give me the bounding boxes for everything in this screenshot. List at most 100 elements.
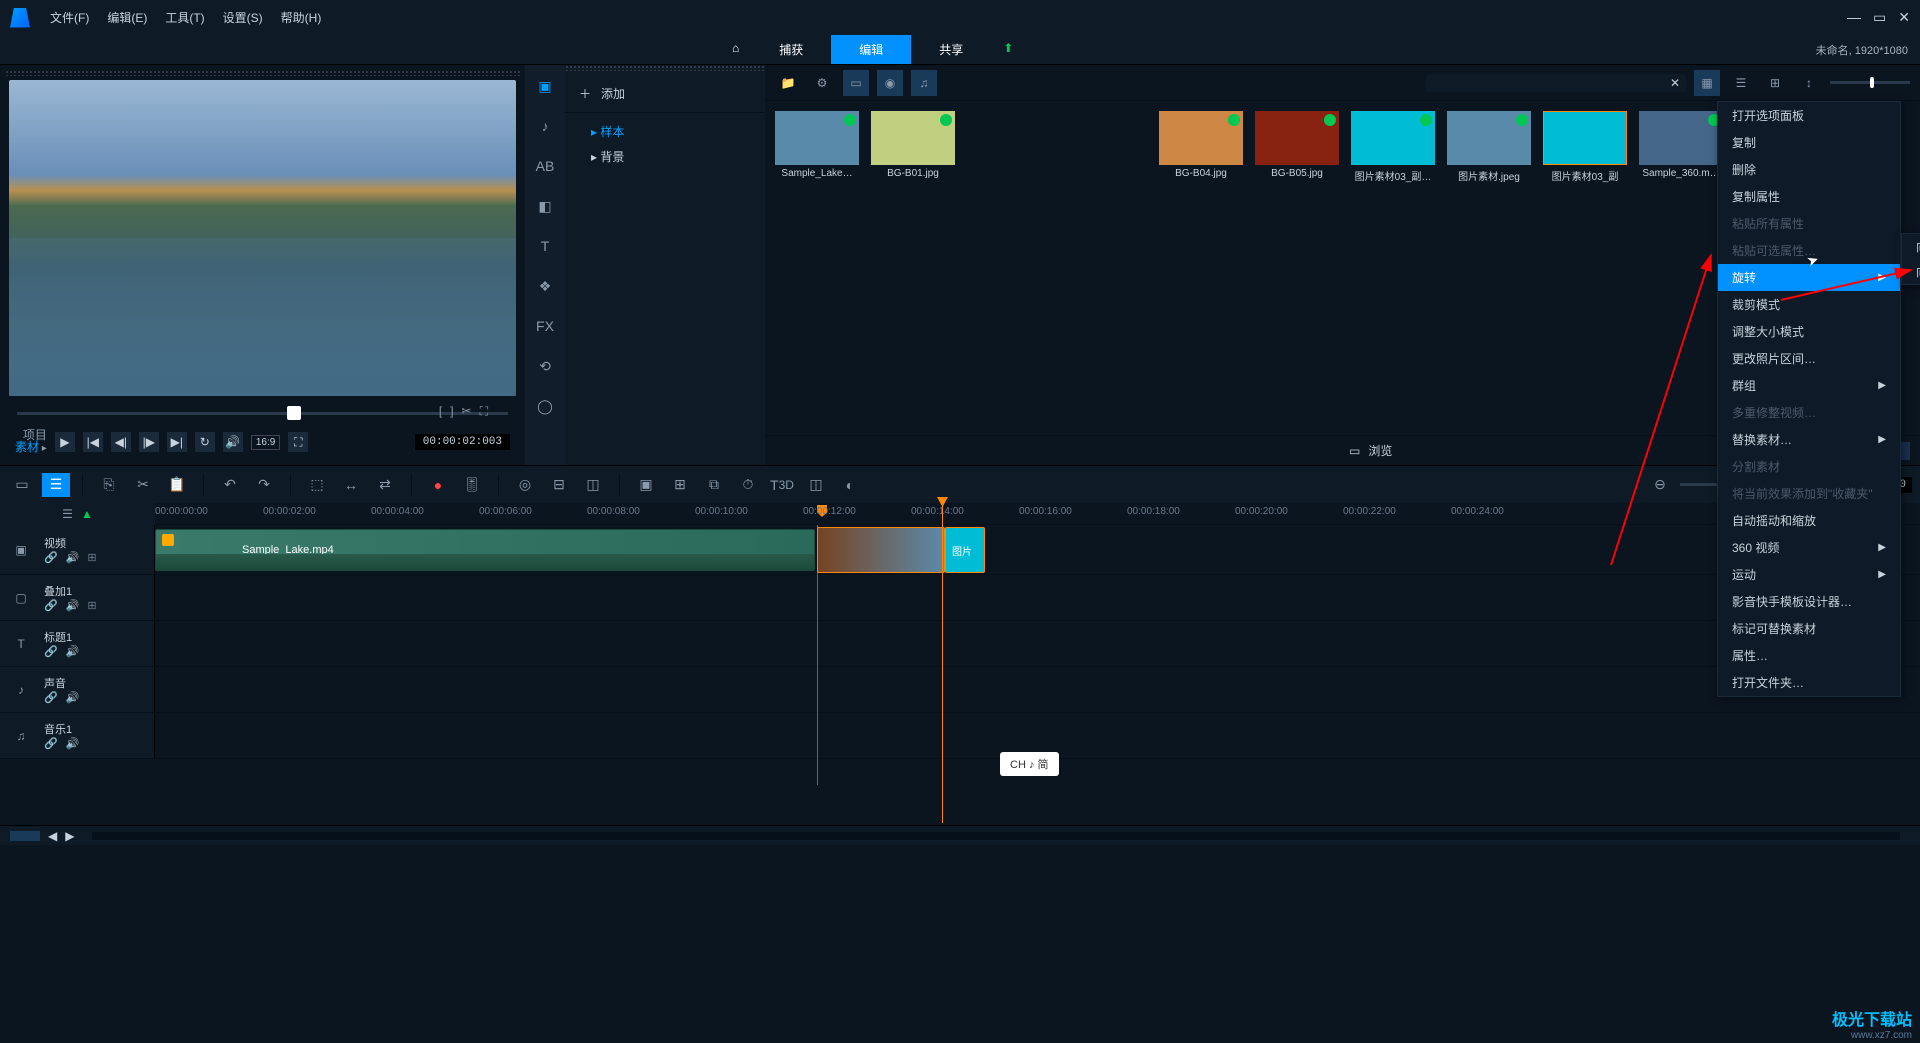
mute-icon[interactable]: 🔊 (66, 599, 80, 612)
play-button[interactable]: ▶ (55, 432, 75, 452)
view-list-icon[interactable]: ☰ (1728, 70, 1754, 96)
link-icon[interactable]: 🔗 (44, 737, 58, 750)
volume-button[interactable]: 🔊 (223, 432, 243, 452)
mask-icon[interactable]: ◐ (836, 473, 864, 497)
timeline-view-icon[interactable]: ☰ (42, 473, 70, 497)
preview-timecode[interactable]: 00:00:02:003 (415, 434, 510, 450)
thumbnail[interactable] (1447, 111, 1531, 165)
speed-icon[interactable]: ⏱ (734, 473, 762, 497)
menu-item[interactable]: 360 视频▶ (1718, 534, 1900, 561)
playhead[interactable] (942, 503, 943, 823)
filter-photo-icon[interactable]: ◉ (877, 70, 903, 96)
sort-icon[interactable]: ↕ (1796, 70, 1822, 96)
tree-item-sample[interactable]: ▸ 样本 (575, 119, 755, 144)
clear-icon[interactable]: ✕ (1670, 76, 1680, 90)
marker-add-icon[interactable]: ▲ (81, 507, 93, 521)
close-button[interactable]: ✕ (1898, 9, 1910, 26)
thumbnail[interactable] (1351, 111, 1435, 165)
thumbnail[interactable] (775, 111, 859, 165)
menu-item[interactable]: 复制属性 (1718, 183, 1900, 210)
expand-icon[interactable]: ⛶ (480, 404, 488, 419)
thumbnail[interactable] (871, 111, 955, 165)
audio-icon[interactable]: ♪ (532, 113, 558, 139)
thumbnail[interactable] (1159, 111, 1243, 165)
menu-item[interactable]: 复制 (1718, 129, 1900, 156)
menu-file[interactable]: 文件(F) (50, 9, 89, 26)
fullscreen-button[interactable]: ⛶ (288, 432, 308, 452)
view-grid-icon[interactable]: ⊞ (1762, 70, 1788, 96)
clip-image-1[interactable] (817, 527, 945, 573)
menu-item[interactable]: 打开选项面板 (1718, 102, 1900, 129)
filter-video-icon[interactable]: ▭ (843, 70, 869, 96)
mark-out-icon[interactable]: ] (450, 404, 453, 419)
zoom-out-icon[interactable]: ⊖ (1646, 473, 1674, 497)
track-body[interactable] (155, 667, 1920, 712)
menu-item[interactable]: 标记可替换素材 (1718, 615, 1900, 642)
media-library-icon[interactable]: ▣ (532, 73, 558, 99)
thumb-zoom-slider[interactable] (1830, 81, 1910, 84)
scroll-left-icon[interactable]: ◀ (48, 829, 57, 843)
gear-icon[interactable]: ⚙ (809, 70, 835, 96)
capture-tab[interactable]: 捕获 (751, 35, 831, 64)
cut-icon[interactable]: ✂ (462, 404, 472, 419)
chapter-icon[interactable]: ◎ (511, 473, 539, 497)
mute-icon[interactable]: 🔊 (66, 645, 80, 658)
submenu-item[interactable]: 向右旋转 (1902, 234, 1920, 259)
menu-item[interactable]: 裁剪模式 (1718, 291, 1900, 318)
search-input[interactable] (1432, 76, 1664, 90)
tool-c-icon[interactable]: ⇄ (371, 473, 399, 497)
scroll-right-icon[interactable]: ▶ (65, 829, 74, 843)
preview-viewport[interactable] (9, 80, 516, 396)
multicam-icon[interactable]: ⧉ (700, 473, 728, 497)
filter-audio-icon[interactable]: ♫ (911, 70, 937, 96)
fx-icon[interactable]: FX (532, 313, 558, 339)
track-body[interactable] (155, 621, 1920, 666)
minimize-button[interactable]: — (1847, 9, 1861, 26)
record-icon[interactable]: ● (424, 473, 452, 497)
undo-icon[interactable]: ↶ (216, 473, 244, 497)
pip-icon[interactable]: ▣ (632, 473, 660, 497)
split-screen-icon[interactable]: ◫ (802, 473, 830, 497)
marker-icon[interactable]: ◫ (579, 473, 607, 497)
subtitle-icon[interactable]: ⊟ (545, 473, 573, 497)
link-icon[interactable]: 🔗 (44, 691, 58, 704)
menu-item[interactable]: 影音快手模板设计器… (1718, 588, 1900, 615)
h-scrollbar[interactable] (92, 832, 1900, 840)
share-tab[interactable]: 共享 (911, 35, 991, 64)
edit-tab[interactable]: 编辑 (831, 35, 911, 64)
tree-item-background[interactable]: ▸ 背景 (575, 144, 755, 169)
ruler-menu-icon[interactable]: ☰ (62, 507, 73, 521)
track-body[interactable]: Sample_Lake.mp4 图片 (155, 525, 1920, 574)
track-body[interactable] (155, 575, 1920, 620)
home-tab[interactable]: ⌂ (720, 35, 751, 64)
extra-icon[interactable]: ⊞ (87, 599, 96, 612)
transitions-icon[interactable]: AB (532, 153, 558, 179)
menu-edit[interactable]: 编辑(E) (107, 9, 147, 26)
tool-a-icon[interactable]: ⬚ (303, 473, 331, 497)
clip-image-2[interactable]: 图片 (945, 527, 985, 573)
proj-media-toggle[interactable]: 项目素材 ▸ (15, 430, 47, 454)
timeline-ruler[interactable]: 00:00:00:0000:00:02:0000:00:04:0000:00:0… (155, 503, 1920, 525)
paste-icon[interactable]: 📋 (163, 473, 191, 497)
link-icon[interactable]: 🔗 (44, 599, 58, 612)
graphics-icon[interactable]: ❖ (532, 273, 558, 299)
clip-video[interactable]: Sample_Lake.mp4 (155, 529, 815, 571)
library-add[interactable]: ＋添加 (565, 75, 765, 113)
import-folder-icon[interactable]: 📁 (775, 70, 801, 96)
ar-icon[interactable]: ◯ (532, 393, 558, 419)
menu-item[interactable]: 属性… (1718, 642, 1900, 669)
link-icon[interactable]: 🔗 (44, 551, 58, 564)
search-box[interactable]: ✕ (1426, 74, 1686, 92)
menu-settings[interactable]: 设置(S) (223, 9, 263, 26)
restore-button[interactable]: ▭ (1873, 9, 1886, 26)
menu-help[interactable]: 帮助(H) (281, 9, 322, 26)
storyboard-view-icon[interactable]: ▭ (8, 473, 36, 497)
multitrim-icon[interactable]: ⊞ (666, 473, 694, 497)
copy-icon[interactable]: ⎘ (95, 473, 123, 497)
thumbnail[interactable] (1543, 111, 1627, 165)
goto-end-button[interactable]: ▶| (167, 432, 187, 452)
browse-icon[interactable]: ▭ (1349, 444, 1360, 458)
mute-icon[interactable]: 🔊 (66, 737, 80, 750)
view-large-icon[interactable]: ▦ (1694, 70, 1720, 96)
redo-icon[interactable]: ↷ (250, 473, 278, 497)
